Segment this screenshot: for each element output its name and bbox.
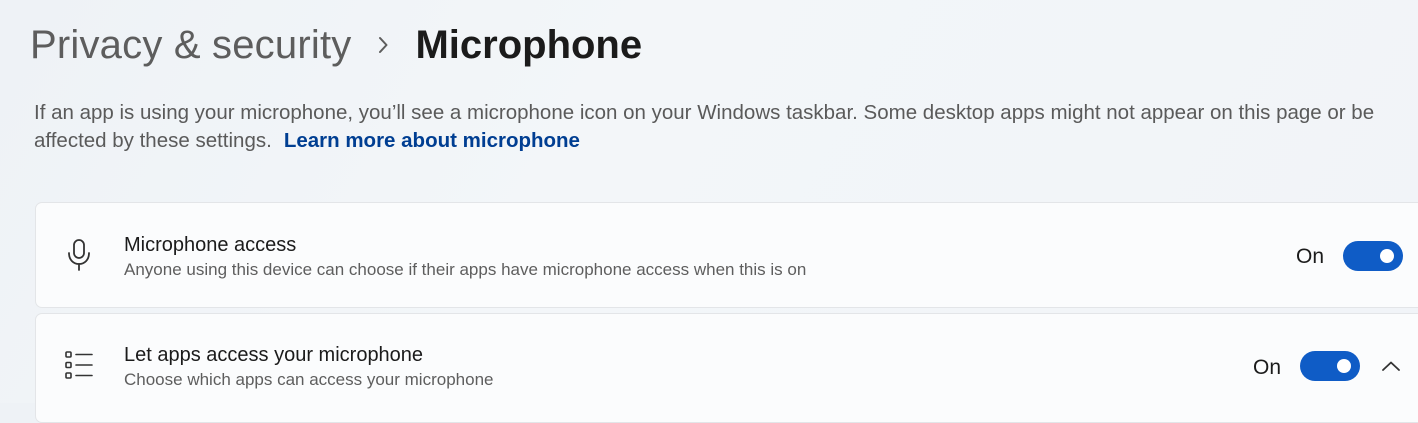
description-line-2-row: affected by these settings. Learn more a… [34,127,1418,155]
let-apps-access-card[interactable]: Let apps access your microphone Choose w… [35,313,1418,423]
microphone-access-state: On [1296,245,1325,268]
chevron-up-icon[interactable] [1379,357,1403,375]
microphone-access-toggle[interactable] [1343,241,1403,271]
microphone-icon [64,238,94,272]
learn-more-link[interactable]: Learn more about microphone [284,127,580,155]
page-title: Microphone [415,22,643,67]
let-apps-access-subtitle: Choose which apps can access your microp… [124,370,494,389]
breadcrumb-privacy-security[interactable]: Privacy & security [30,23,351,68]
let-apps-access-text: Let apps access your microphone Choose w… [124,343,493,392]
app-list-icon [64,348,94,382]
description-line-2: affected by these settings. [34,129,272,152]
page-description: If an app is using your microphone, you’… [34,99,1418,155]
let-apps-access-title: Let apps access your microphone [124,344,424,366]
breadcrumb: Privacy & security Microphone [30,18,642,72]
microphone-access-text: Microphone access Anyone using this devi… [124,233,806,282]
description-line-1: If an app is using your microphone, you’… [34,101,1375,124]
toggle-knob [1380,249,1394,263]
let-apps-access-state: On [1253,356,1282,379]
microphone-access-card: Microphone access Anyone using this devi… [35,202,1418,308]
microphone-access-title: Microphone access [124,234,297,256]
let-apps-access-toggle[interactable] [1300,351,1360,381]
microphone-access-subtitle: Anyone using this device can choose if t… [124,260,807,279]
toggle-knob [1337,359,1351,373]
chevron-right-icon [351,36,415,54]
